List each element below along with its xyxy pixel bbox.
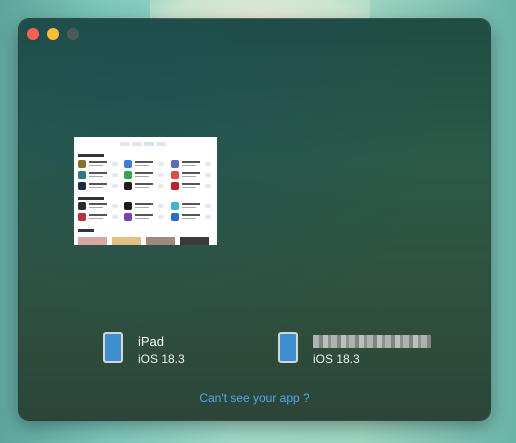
screen-share-window: iPad iOS 18.3 iOS 18.3 Can't see your ap… bbox=[19, 19, 490, 420]
preview-app-row bbox=[171, 202, 211, 210]
preview-thumb bbox=[112, 237, 141, 245]
device-os-version: iOS 18.3 bbox=[313, 352, 360, 366]
preview-app-row bbox=[78, 182, 118, 190]
device-option-second[interactable]: iOS 18.3 bbox=[278, 332, 438, 372]
preview-section-heading bbox=[78, 197, 104, 200]
preview-app-row bbox=[124, 160, 164, 168]
preview-tab bbox=[132, 142, 142, 146]
preview-app-row bbox=[124, 202, 164, 210]
app-preview-thumbnail[interactable] bbox=[74, 137, 217, 245]
preview-app-row bbox=[78, 171, 118, 179]
preview-thumb bbox=[180, 237, 209, 245]
preview-section-heading bbox=[78, 154, 104, 157]
preview-app-row bbox=[78, 202, 118, 210]
window-zoom-button[interactable] bbox=[67, 28, 79, 40]
preview-app-row bbox=[124, 171, 164, 179]
preview-thumb bbox=[78, 237, 107, 245]
preview-app-row bbox=[171, 182, 211, 190]
window-close-button[interactable] bbox=[27, 28, 39, 40]
preview-app-row bbox=[124, 182, 164, 190]
window-minimize-button[interactable] bbox=[47, 28, 59, 40]
ipad-icon bbox=[103, 332, 123, 363]
preview-section-heading bbox=[78, 229, 94, 232]
preview-tab bbox=[120, 142, 130, 146]
cant-see-app-link[interactable]: Can't see your app ? bbox=[19, 391, 490, 405]
device-name: iPad bbox=[138, 334, 165, 349]
preview-app-row bbox=[78, 160, 118, 168]
ipad-icon bbox=[278, 332, 298, 363]
device-option-ipad[interactable]: iPad iOS 18.3 bbox=[103, 332, 223, 372]
preview-app-row bbox=[171, 160, 211, 168]
preview-app-row bbox=[171, 213, 211, 221]
preview-app-row bbox=[78, 213, 118, 221]
preview-app-row bbox=[124, 213, 164, 221]
preview-tab bbox=[156, 142, 166, 146]
preview-tab bbox=[144, 142, 154, 146]
preview-thumb bbox=[146, 237, 175, 245]
preview-app-row bbox=[171, 171, 211, 179]
device-name-redacted bbox=[313, 335, 431, 348]
device-os-version: iOS 18.3 bbox=[138, 352, 185, 366]
